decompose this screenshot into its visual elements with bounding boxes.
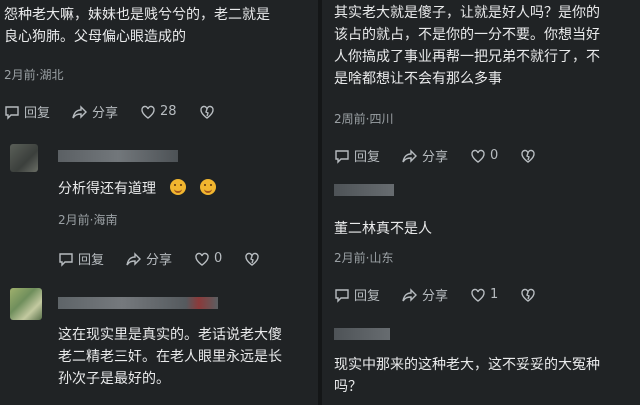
like-button[interactable]: 0 — [470, 148, 498, 164]
reply-icon — [58, 251, 78, 267]
comment-text: 这在现实里是真实的。老话说老大傻 老二精老三奸。在老人眼里永远是长 孙次子是最好… — [58, 327, 282, 387]
comment-text: 怨种老大嘛，妹妹也是贱兮兮的，老二就是 良心狗肺。父母偏心眼造成的 — [4, 7, 270, 45]
like-button[interactable]: 0 — [194, 251, 222, 267]
reply-button[interactable]: 回复 — [58, 249, 104, 268]
share-icon — [126, 251, 146, 267]
dislike-icon — [244, 251, 264, 267]
dislike-button[interactable] — [244, 251, 264, 267]
comment-meta: 2周前·四川 — [334, 112, 394, 126]
share-button[interactable]: 分享 — [126, 249, 172, 268]
comment-meta: 2月前·湖北 — [4, 68, 64, 82]
emoji-icon — [200, 179, 216, 195]
comment-text: 现实中那来的这种老大，这不妥妥的大冤种 吗？ — [334, 357, 600, 395]
comment-text: 董二林真不是人 — [334, 221, 432, 237]
share-button[interactable]: 分享 — [72, 102, 118, 121]
comment-actions: 回复 分享 28 — [4, 102, 241, 121]
like-count: 0 — [214, 251, 223, 266]
reply-button[interactable]: 回复 — [334, 285, 380, 304]
dislike-button[interactable] — [199, 104, 219, 120]
like-count: 1 — [490, 287, 499, 302]
share-icon — [402, 148, 422, 164]
comment-actions: 回复 分享 0 — [58, 249, 286, 268]
username-blurred[interactable] — [334, 184, 394, 196]
heart-icon — [194, 251, 214, 267]
reply-button[interactable]: 回复 — [334, 146, 380, 165]
heart-icon — [140, 104, 160, 120]
reply-icon — [334, 148, 354, 164]
reply-icon — [4, 104, 24, 120]
like-count: 28 — [160, 104, 177, 119]
dislike-icon — [520, 287, 540, 303]
username-blurred[interactable] — [58, 297, 218, 309]
comment-column-right: 其实老大就是傻子，让就是好人吗？是你的 该占的就占，不是你的一分不要。你想当好 … — [322, 0, 640, 405]
like-count: 0 — [490, 148, 499, 163]
username-blurred[interactable] — [58, 150, 178, 162]
avatar[interactable] — [10, 144, 38, 172]
emoji-icon — [170, 179, 186, 195]
share-button[interactable]: 分享 — [402, 285, 448, 304]
share-icon — [402, 287, 422, 303]
comment-text: 其实老大就是傻子，让就是好人吗？是你的 该占的就占，不是你的一分不要。你想当好 … — [334, 5, 600, 87]
comment-text: 分析得还有道理 — [58, 178, 216, 200]
avatar[interactable] — [10, 288, 42, 320]
share-button[interactable]: 分享 — [402, 146, 448, 165]
dislike-button[interactable] — [520, 287, 540, 303]
heart-icon — [470, 287, 490, 303]
comment-actions: 回复 分享 0 — [334, 146, 562, 165]
comment-meta: 2月前·山东 — [334, 251, 394, 265]
username-blurred[interactable] — [334, 328, 390, 340]
dislike-button[interactable] — [520, 148, 540, 164]
dislike-icon — [520, 148, 540, 164]
heart-icon — [470, 148, 490, 164]
comment-column-left: 怨种老大嘛，妹妹也是贱兮兮的，老二就是 良心狗肺。父母偏心眼造成的 2月前·湖北… — [0, 0, 318, 405]
like-button[interactable]: 28 — [140, 104, 177, 120]
comment-actions: 回复 分享 1 — [334, 285, 562, 304]
comment-meta: 2月前·海南 — [58, 213, 118, 227]
dislike-icon — [199, 104, 219, 120]
like-button[interactable]: 1 — [470, 287, 498, 303]
reply-icon — [334, 287, 354, 303]
share-icon — [72, 104, 92, 120]
reply-button[interactable]: 回复 — [4, 102, 50, 121]
